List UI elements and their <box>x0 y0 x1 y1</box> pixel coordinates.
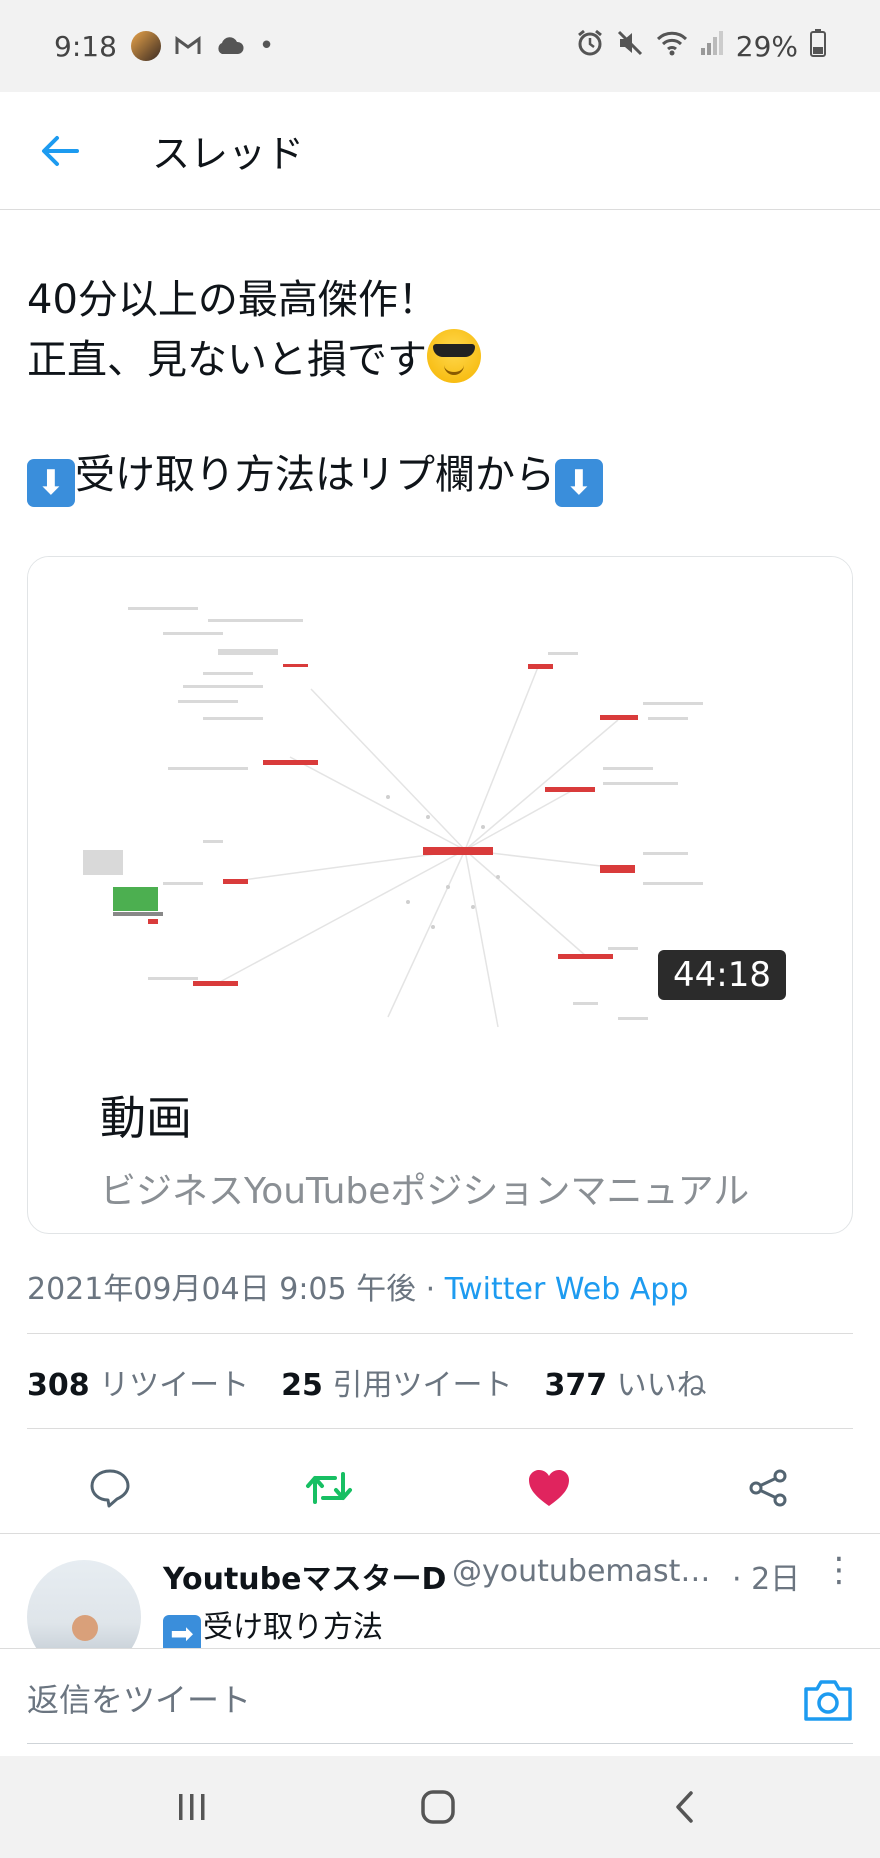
divider <box>27 1333 853 1334</box>
share-button[interactable] <box>738 1458 798 1518</box>
tweet-line-2-text: 正直、見ないと損です <box>27 337 427 383</box>
battery-icon <box>810 28 826 64</box>
card-description: ビジネスYouTubeポジションマニュアル <box>100 1171 750 1212</box>
tweet-line-2: 正直、見ないと損です <box>27 329 847 389</box>
quotes-stat[interactable]: 25 引用ツイート <box>281 1360 512 1404</box>
tweet-text: 40分以上の最高傑作！ 正直、見ないと損です ⬇ 受け取り方法はリプ欄から ⬇ <box>27 272 847 507</box>
camera-icon <box>804 1680 852 1721</box>
status-right: 29% <box>576 28 826 64</box>
retweets-stat[interactable]: 308 リツイート <box>27 1360 249 1404</box>
tweet-source-link[interactable]: Twitter Web App <box>445 1272 689 1307</box>
tweet-stats: 308 リツイート 25 引用ツイート 377 いいね <box>27 1360 707 1404</box>
avatar-icon <box>130 31 161 61</box>
retweets-count: 308 <box>27 1368 90 1403</box>
wifi-icon <box>656 30 688 63</box>
divider <box>27 1428 853 1429</box>
reply-button[interactable] <box>80 1458 140 1518</box>
share-icon <box>749 1469 787 1507</box>
card-type-label: 動画 <box>100 1091 192 1145</box>
retweet-icon <box>306 1472 352 1504</box>
down-arrow-emoji-icon: ⬇ <box>555 459 603 507</box>
back-button[interactable] <box>30 121 90 181</box>
camera-button[interactable] <box>802 1677 854 1725</box>
home-icon <box>421 1790 455 1824</box>
tweet-datetime[interactable]: 2021年09月04日 9:05 午後 <box>27 1272 416 1307</box>
right-arrow-emoji-icon: ➡ <box>163 1615 201 1648</box>
video-card[interactable]: 44:18 動画 ビジネスYouTubeポジションマニュアル <box>27 556 853 1234</box>
retweet-button[interactable] <box>299 1458 359 1518</box>
thread-header: スレッド <box>0 92 880 210</box>
likes-count: 377 <box>544 1368 608 1403</box>
quotes-count: 25 <box>281 1368 323 1403</box>
alarm-icon <box>576 29 604 64</box>
sunglasses-face-icon <box>427 329 481 383</box>
battery-text: 29% <box>735 29 798 63</box>
avatar[interactable] <box>27 1560 141 1648</box>
dot-icon: • <box>258 31 275 61</box>
likes-label: いいね <box>616 1368 707 1403</box>
like-button[interactable] <box>519 1458 579 1518</box>
composer-underline <box>27 1743 853 1744</box>
down-arrow-emoji-icon: ⬇ <box>27 459 75 507</box>
tweet-line-1: 40分以上の最高傑作！ <box>27 277 438 323</box>
gmail-icon <box>175 30 201 63</box>
nav-back-button[interactable] <box>655 1782 715 1832</box>
meta-separator: · <box>416 1272 445 1307</box>
comment-icon <box>90 1469 130 1508</box>
recents-button[interactable] <box>162 1782 222 1832</box>
heart-icon <box>529 1470 569 1506</box>
status-left: 9:18 • <box>54 30 274 63</box>
reply-input[interactable] <box>27 1675 767 1725</box>
system-nav-bar <box>0 1756 880 1858</box>
reply-author-handle[interactable]: @youtubemasterd <box>452 1554 712 1589</box>
more-vertical-icon[interactable]: ⋮ <box>822 1552 856 1592</box>
arrow-left-icon <box>42 135 79 166</box>
tweet-actions <box>0 1438 880 1528</box>
mute-icon <box>616 29 644 64</box>
reply-composer <box>0 1648 880 1756</box>
retweets-label: リツイート <box>99 1368 250 1403</box>
signal-icon <box>700 30 724 63</box>
tweet-line-3-text: 受け取り方法はリプ欄から <box>75 452 555 498</box>
home-button[interactable] <box>408 1782 468 1832</box>
cloud-icon <box>215 30 245 63</box>
video-thumbnail[interactable]: 44:18 <box>28 557 852 1057</box>
reply-text-content: 受け取り方法 <box>203 1610 383 1645</box>
video-duration: 44:18 <box>658 950 786 1000</box>
recents-icon <box>179 1794 205 1820</box>
likes-stat[interactable]: 377 いいね <box>544 1360 706 1404</box>
nav-back-icon <box>676 1791 693 1823</box>
reply-tweet[interactable]: YoutubeマスターD @youtubemasterd · 2日 ⋮ ➡ 受け取… <box>0 1533 880 1648</box>
tweet-meta: 2021年09月04日 9:05 午後 · Twitter Web App <box>27 1264 688 1308</box>
reply-text: ➡ 受け取り方法 <box>163 1602 383 1648</box>
tweet-line-3: ⬇ 受け取り方法はリプ欄から ⬇ <box>27 447 847 507</box>
page-title: スレッド <box>152 132 305 176</box>
quotes-label: 引用ツイート <box>332 1368 513 1403</box>
reply-time: · 2日 <box>732 1562 801 1597</box>
status-time: 9:18 <box>54 29 117 63</box>
status-bar: 9:18 • 29% <box>0 0 880 92</box>
reply-author-name[interactable]: YoutubeマスターD <box>163 1554 446 1598</box>
